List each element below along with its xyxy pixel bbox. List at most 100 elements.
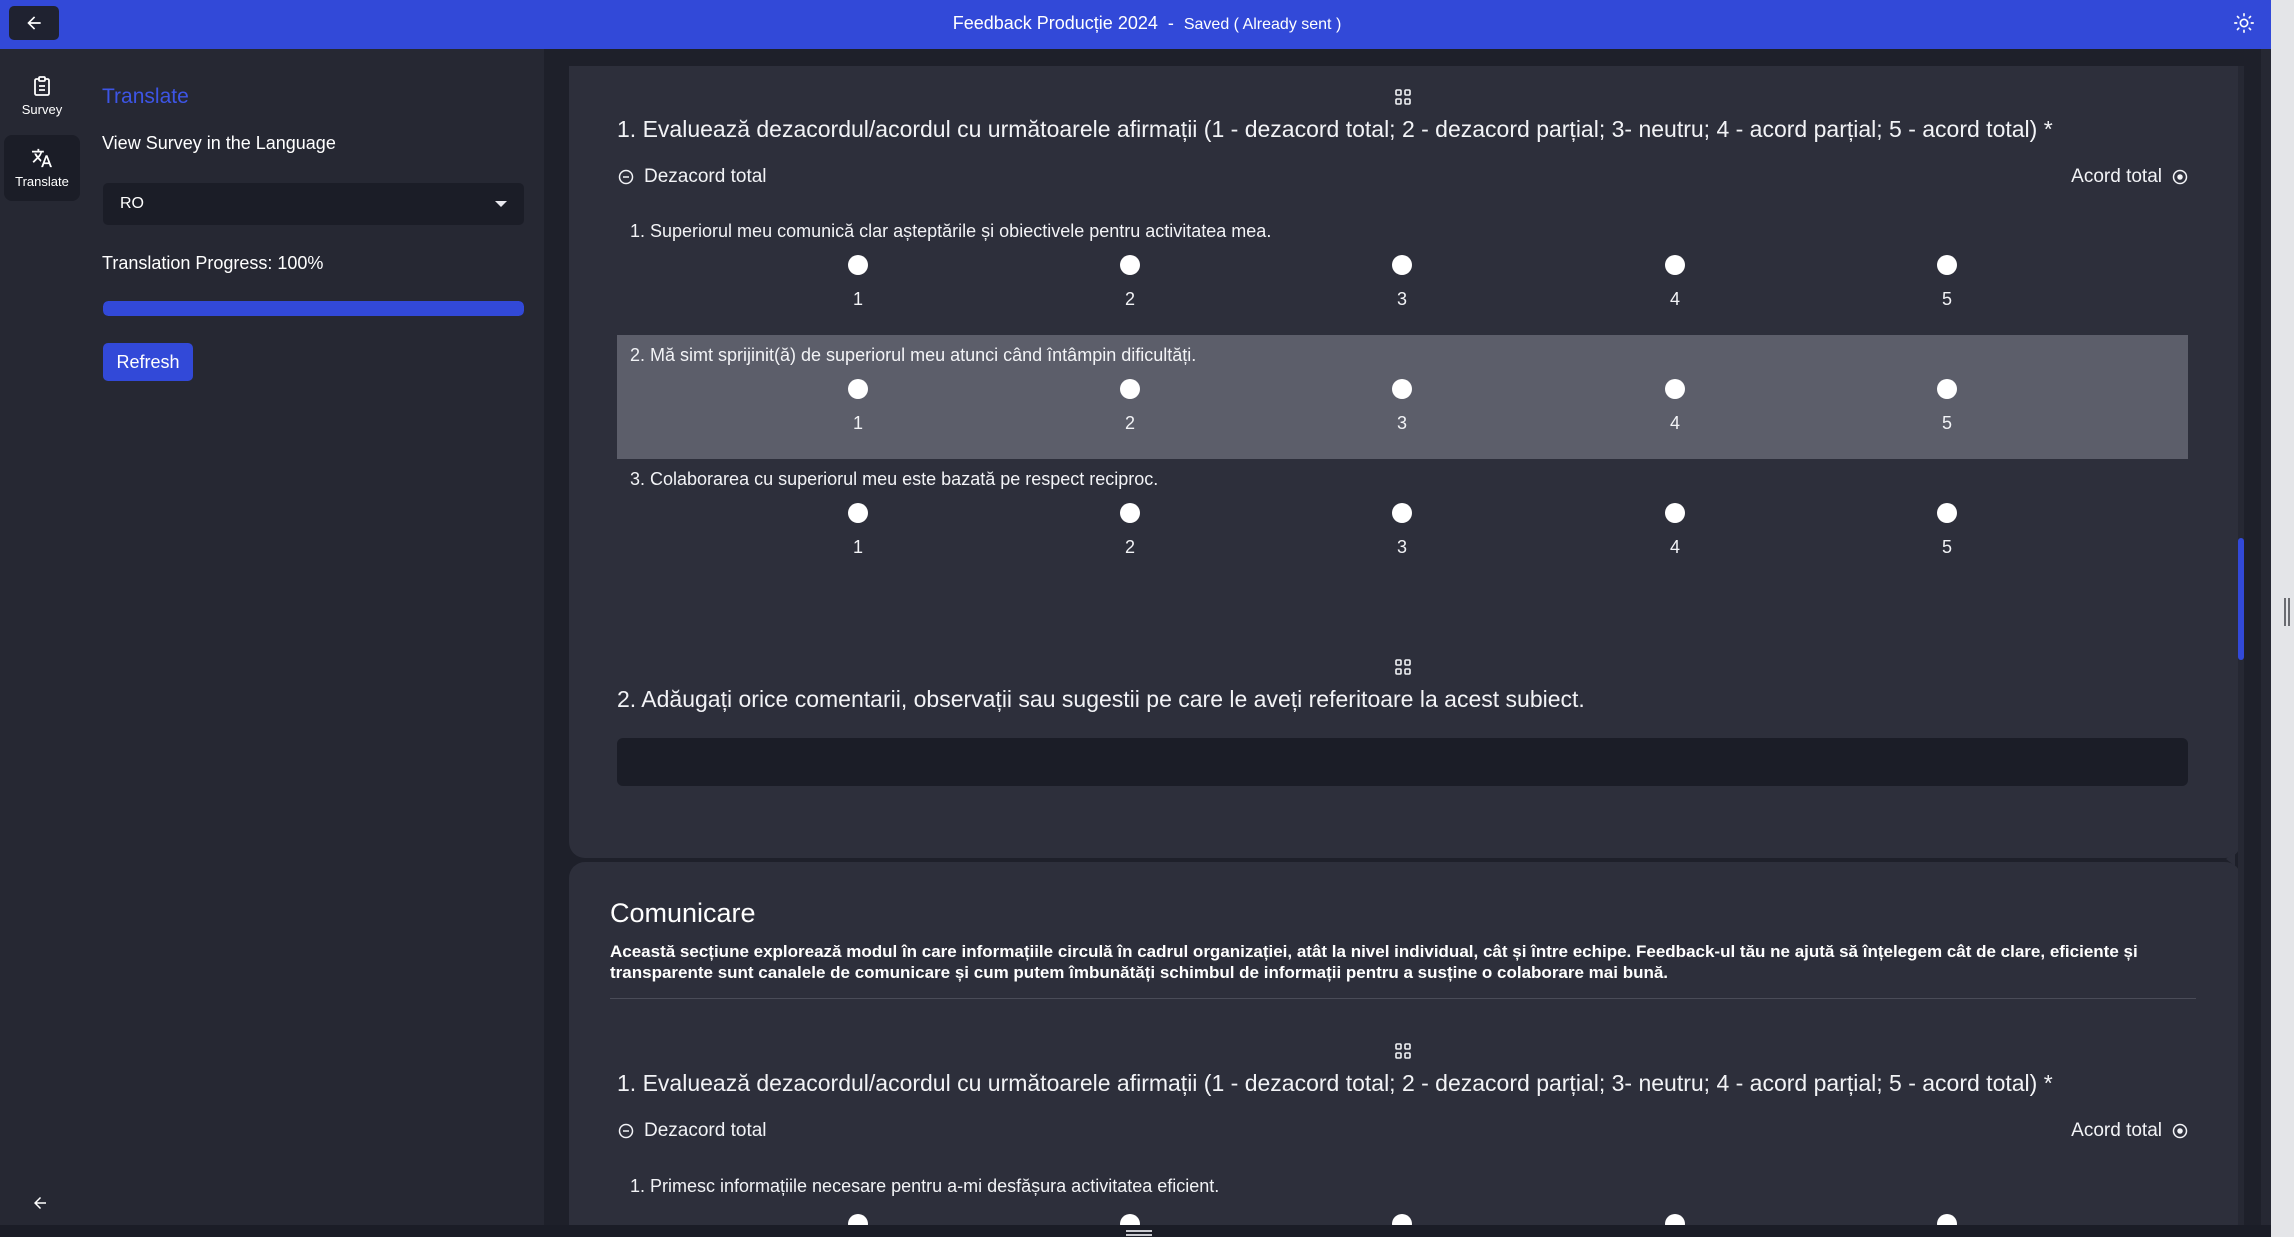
scale-max-label: Acord total <box>2071 1120 2188 1142</box>
radio-button[interactable] <box>1937 503 1957 523</box>
title-separator: - <box>1167 13 1174 33</box>
sun-icon <box>2234 13 2254 33</box>
matrix-row: 1. Superiorul meu comunică clar așteptăr… <box>617 211 2188 335</box>
rating-option[interactable]: 3 <box>1382 503 1422 558</box>
drag-handle-icon[interactable] <box>1393 657 1413 677</box>
translation-progress-label: Translation Progress: 100% <box>102 253 324 273</box>
translate-icon <box>32 148 52 167</box>
radio-button[interactable] <box>1937 379 1957 399</box>
drag-handle-icon[interactable] <box>1393 1041 1413 1061</box>
rating-label: 5 <box>1941 413 1952 433</box>
radio-button[interactable] <box>1120 255 1140 275</box>
section-title: Comunicare <box>610 898 756 928</box>
rail-item-label: Translate <box>15 173 69 189</box>
circle-minus-icon <box>618 1123 634 1139</box>
translation-progress-fill <box>103 301 524 316</box>
matrix-row: 3. Colaborarea cu superiorul meu este ba… <box>617 459 2188 583</box>
question-title: 1. Evaluează dezacordul/acordul cu următ… <box>617 116 2053 142</box>
translation-progress-bar <box>103 301 524 316</box>
rating-label: 3 <box>1396 289 1407 309</box>
section-divider <box>610 998 2196 999</box>
rating-option[interactable]: 1 <box>838 503 878 558</box>
rating-label: 1 <box>852 413 863 433</box>
rating-label: 3 <box>1396 413 1407 433</box>
caret-down-icon <box>495 201 507 207</box>
scale-min-label: Dezacord total <box>618 166 767 188</box>
panel-subtitle: View Survey in the Language <box>102 133 336 153</box>
rating-option[interactable]: 5 <box>1927 503 1967 558</box>
rating-option[interactable]: 2 <box>1110 255 1150 310</box>
survey-title: Feedback Producție 2024 <box>952 13 1158 33</box>
rating-option[interactable]: 4 <box>1655 379 1695 434</box>
rating-option[interactable]: 3 <box>1382 255 1422 310</box>
rating-option[interactable]: 1 <box>838 255 878 310</box>
radio-button[interactable] <box>848 255 868 275</box>
matrix-statement: 1. Primesc informațiile necesare pentru … <box>630 1176 1220 1196</box>
rail-item-survey[interactable]: Survey <box>4 63 80 129</box>
comment-input[interactable] <box>617 738 2188 786</box>
radio-button[interactable] <box>1392 379 1412 399</box>
refresh-button[interactable]: Refresh <box>103 343 193 381</box>
content-scrollbar-thumb[interactable] <box>2238 538 2244 660</box>
rating-label: 4 <box>1669 537 1680 557</box>
matrix-row: 2. Mă simt sprijinit(ă) de superiorul me… <box>617 335 2188 459</box>
rating-option[interactable]: 2 <box>1110 503 1150 558</box>
page-title: Feedback Producție 2024- Saved ( Already … <box>0 13 2294 34</box>
rating-option[interactable]: 5 <box>1927 255 1967 310</box>
radio-button[interactable] <box>1120 379 1140 399</box>
radio-button[interactable] <box>1392 255 1412 275</box>
top-bar: Feedback Producție 2024- Saved ( Already … <box>0 0 2294 49</box>
translate-panel: Translate View Survey in the Language RO… <box>84 49 544 1225</box>
language-select[interactable]: RO <box>103 183 524 225</box>
circle-minus-icon <box>618 169 634 185</box>
save-status: Saved ( Already sent ) <box>1183 16 1342 33</box>
rail-item-translate[interactable]: Translate <box>4 135 80 201</box>
radio-button[interactable] <box>1665 503 1685 523</box>
arrow-left-icon <box>34 1197 46 1209</box>
radio-button[interactable] <box>848 503 868 523</box>
matrix-row: 1. Primesc informațiile necesare pentru … <box>617 1160 2188 1230</box>
rating-option[interactable]: 4 <box>1655 503 1695 558</box>
radio-button[interactable] <box>1665 379 1685 399</box>
rating-label: 2 <box>1124 537 1135 557</box>
rating-label: 4 <box>1669 289 1680 309</box>
scale-max-label: Acord total <box>2071 166 2188 188</box>
rating-label: 2 <box>1124 289 1135 309</box>
theme-toggle-button[interactable] <box>2230 9 2258 37</box>
drag-handle-icon[interactable] <box>1393 87 1413 107</box>
rating-option[interactable]: 5 <box>1927 379 1967 434</box>
matrix-statement: 2. Mă simt sprijinit(ă) de superiorul me… <box>630 345 1197 365</box>
rail-item-label: Survey <box>21 101 63 117</box>
rating-label: 5 <box>1941 289 1952 309</box>
rating-option[interactable]: 4 <box>1655 255 1695 310</box>
question-title: 2. Adăugați orice comentarii, observații… <box>617 686 1585 712</box>
language-select-value: RO <box>120 195 144 212</box>
radio-button[interactable] <box>1937 255 1957 275</box>
radio-button[interactable] <box>848 379 868 399</box>
left-rail: Survey Translate <box>0 49 84 1237</box>
clipboard-icon <box>34 75 50 96</box>
bottom-resize-handle-icon[interactable] <box>1126 1230 1152 1236</box>
question-title: 1. Evaluează dezacordul/acordul cu următ… <box>617 1070 2053 1096</box>
panel-title: Translate <box>102 85 189 108</box>
resize-grip-icon[interactable] <box>2284 598 2292 626</box>
rating-option[interactable]: 3 <box>1382 379 1422 434</box>
matrix-statement: 3. Colaborarea cu superiorul meu este ba… <box>630 469 1159 489</box>
radio-button[interactable] <box>1665 255 1685 275</box>
section-description: Această secțiune explorează modul în car… <box>610 942 2138 982</box>
rating-label: 3 <box>1396 537 1407 557</box>
rating-label: 2 <box>1124 413 1135 433</box>
radio-button[interactable] <box>1392 503 1412 523</box>
collapse-sidebar-button[interactable] <box>26 1189 54 1217</box>
rating-label: 4 <box>1669 413 1680 433</box>
rating-label: 5 <box>1941 537 1952 557</box>
rating-label: 1 <box>852 537 863 557</box>
matrix-statement: 1. Superiorul meu comunică clar așteptăr… <box>630 221 1272 241</box>
circle-target-icon <box>2172 1123 2188 1139</box>
rating-option[interactable]: 2 <box>1110 379 1150 434</box>
rating-option[interactable]: 1 <box>838 379 878 434</box>
rating-label: 1 <box>852 289 863 309</box>
scale-min-label: Dezacord total <box>618 1120 767 1142</box>
radio-button[interactable] <box>1120 503 1140 523</box>
circle-target-icon <box>2172 169 2188 185</box>
